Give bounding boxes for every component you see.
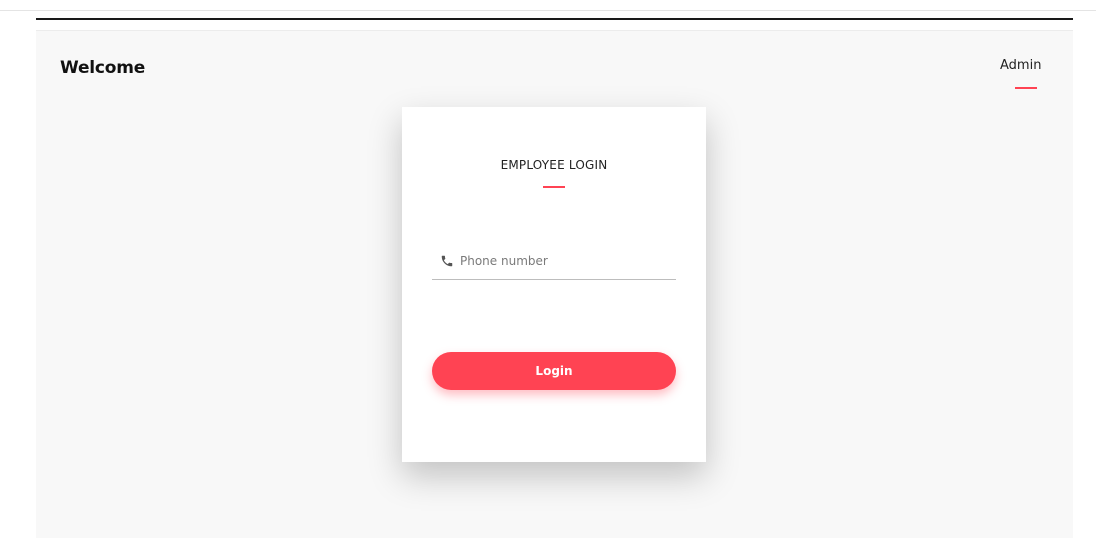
admin-active-underline: [1015, 87, 1037, 89]
header-divider: [36, 18, 1073, 20]
phone-number-input[interactable]: [460, 249, 670, 273]
phone-icon: [440, 253, 454, 267]
welcome-heading: Welcome: [60, 58, 146, 78]
login-card-title: EMPLOYEE LOGIN: [500, 158, 608, 172]
title-underline: [543, 186, 565, 188]
page-content: Welcome Admin EMPLOYEE LOGIN Login: [36, 30, 1073, 538]
login-card: EMPLOYEE LOGIN Login: [402, 107, 706, 462]
login-button[interactable]: Login: [432, 352, 676, 390]
top-border: [0, 10, 1096, 11]
admin-link[interactable]: Admin: [1000, 58, 1041, 73]
phone-number-field: [432, 249, 676, 280]
